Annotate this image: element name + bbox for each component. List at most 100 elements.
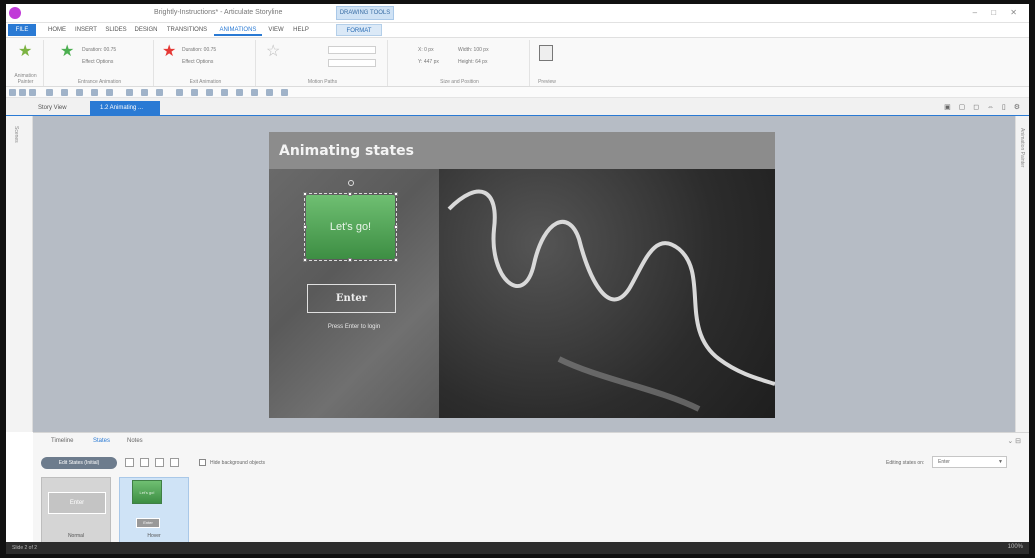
resize-handle[interactable] bbox=[303, 192, 307, 196]
group-label: Motion Paths bbox=[307, 79, 338, 85]
width-field[interactable]: Width: 100 px bbox=[458, 47, 489, 53]
ribbon-tab-bar: FILE HOME INSERT SLIDES DESIGN TRANSITIO… bbox=[6, 23, 1029, 37]
x-position[interactable]: X: 0 px bbox=[418, 47, 434, 53]
resize-handle[interactable] bbox=[303, 225, 307, 229]
group-motion-paths: ☆ Motion Paths bbox=[258, 40, 388, 86]
bold-icon[interactable] bbox=[176, 89, 183, 96]
zoom-level[interactable]: 100% bbox=[1008, 544, 1023, 550]
resize-handle[interactable] bbox=[348, 258, 352, 262]
group-entrance: ★ Duration: 00.75 Effect Options Entranc… bbox=[46, 40, 154, 86]
exit-duration: Duration: 00.75 bbox=[182, 47, 217, 53]
window-title: Brightly-Instructions* - Articulate Stor… bbox=[154, 9, 283, 16]
entrance-duration: Duration: 00.75 bbox=[82, 47, 117, 53]
slide-title[interactable]: Animating states bbox=[279, 143, 414, 159]
slide: Animating states Let's go! Enter Press E… bbox=[269, 132, 775, 418]
tab-view[interactable]: VIEW bbox=[265, 24, 287, 36]
font-color-icon[interactable] bbox=[221, 89, 228, 96]
tab-states[interactable]: States bbox=[93, 438, 110, 444]
slide-header: Animating states bbox=[269, 132, 775, 169]
align-right-icon[interactable] bbox=[281, 89, 288, 96]
tab-insert[interactable]: INSERT bbox=[72, 24, 100, 36]
align-icon[interactable] bbox=[126, 89, 133, 96]
new-state-icon[interactable] bbox=[125, 458, 134, 467]
redo-icon[interactable] bbox=[29, 89, 36, 96]
text-color-icon[interactable] bbox=[106, 89, 113, 96]
align-center-icon[interactable] bbox=[266, 89, 273, 96]
resize-handle[interactable] bbox=[394, 192, 398, 196]
tab-current-slide[interactable]: 1.2 Animating ... bbox=[90, 101, 160, 116]
rotate-handle[interactable] bbox=[348, 180, 354, 186]
brush-icon[interactable] bbox=[61, 89, 68, 96]
motion-duration-input[interactable] bbox=[328, 46, 376, 54]
tab-animations[interactable]: ANIMATIONS bbox=[214, 24, 262, 36]
resize-handle[interactable] bbox=[394, 258, 398, 262]
road-image bbox=[447, 189, 775, 412]
entrance-effect-options[interactable]: Effect Options bbox=[82, 59, 113, 65]
state-name-hover: Hover bbox=[147, 533, 161, 539]
tab-notes[interactable]: Notes bbox=[127, 438, 143, 444]
exit-effect-options[interactable]: Effect Options bbox=[182, 59, 213, 65]
underline-icon[interactable] bbox=[206, 89, 213, 96]
tab-slides[interactable]: SLIDES bbox=[102, 24, 130, 36]
hide-background-checkbox[interactable] bbox=[199, 459, 206, 466]
tab-file[interactable]: FILE bbox=[8, 24, 36, 36]
entrance-star-icon[interactable]: ★ bbox=[60, 44, 74, 60]
animation-painter-icon[interactable]: ★ bbox=[18, 44, 32, 60]
tab-home[interactable]: HOME bbox=[44, 24, 70, 36]
state-thumbnail-hover[interactable]: Let's go! Enter Hover bbox=[119, 477, 189, 543]
winding-road-photo[interactable] bbox=[439, 169, 775, 418]
exit-star-icon[interactable]: ★ bbox=[162, 44, 176, 60]
resize-handle[interactable] bbox=[394, 225, 398, 229]
motion-path-icon[interactable]: ☆ bbox=[266, 44, 280, 60]
tab-transitions[interactable]: TRANSITIONS bbox=[163, 24, 211, 36]
status-bar: Slide 2 of 2 100% bbox=[6, 542, 1029, 554]
ribbon: ★ Animation Painter ★ Duration: 00.75 Ef… bbox=[6, 37, 1029, 87]
preview-icon[interactable] bbox=[539, 45, 553, 61]
window-controls[interactable]: – □ ✕ bbox=[973, 8, 1023, 17]
grid-icon[interactable] bbox=[141, 89, 148, 96]
group-label: Animation Painter bbox=[14, 73, 37, 85]
lets-go-button[interactable]: Let's go! bbox=[304, 193, 397, 261]
group-label: Entrance Animation bbox=[77, 79, 122, 85]
group-label: Size and Position bbox=[440, 79, 479, 85]
tab-help[interactable]: HELP bbox=[290, 24, 312, 36]
edit-states-button[interactable]: Edit States (Initial) bbox=[41, 457, 117, 469]
tab-format[interactable]: FORMAT bbox=[336, 24, 382, 36]
undo-icon[interactable] bbox=[19, 89, 26, 96]
animation-painter-panel[interactable]: Animation Painter bbox=[1015, 116, 1029, 432]
shape-icon[interactable] bbox=[91, 89, 98, 96]
editing-states-select[interactable]: Enter ▼ bbox=[932, 456, 1007, 468]
format-icon[interactable] bbox=[46, 89, 53, 96]
italic-icon[interactable] bbox=[191, 89, 198, 96]
align-left-icon[interactable] bbox=[251, 89, 258, 96]
thumb-enter-label: Enter bbox=[48, 492, 106, 514]
y-position[interactable]: Y: 447 px bbox=[418, 59, 439, 65]
scenes-panel[interactable]: Scenes bbox=[6, 116, 33, 432]
tab-story-view[interactable]: Story View bbox=[28, 101, 80, 116]
animation-painter-label: Animation Painter bbox=[1019, 128, 1025, 168]
group-animation-painter: ★ Animation Painter bbox=[8, 40, 44, 86]
height-field[interactable]: Height: 64 px bbox=[458, 59, 487, 65]
state-thumbnail-normal[interactable]: Enter Normal bbox=[41, 477, 111, 543]
scenes-label: Scenes bbox=[13, 126, 19, 143]
settings-state-icon[interactable] bbox=[170, 458, 179, 467]
fill-icon[interactable] bbox=[76, 89, 83, 96]
tab-timeline[interactable]: Timeline bbox=[51, 438, 73, 444]
resize-handle[interactable] bbox=[303, 258, 307, 262]
save-icon[interactable] bbox=[9, 89, 16, 96]
app-window: Brightly-Instructions* - Articulate Stor… bbox=[6, 4, 1029, 554]
panel-collapse-icon[interactable]: ⌄ ⊟ bbox=[1007, 437, 1021, 445]
resize-handle[interactable] bbox=[348, 192, 352, 196]
tab-design[interactable]: DESIGN bbox=[132, 24, 160, 36]
motion-trigger-input[interactable] bbox=[328, 59, 376, 67]
duplicate-state-icon[interactable] bbox=[140, 458, 149, 467]
document-tab-bar: Story View 1.2 Animating ... ▣ ▢ ◻ ⇔ ▯ ⚙ bbox=[6, 98, 1029, 116]
view-mode-icons[interactable]: ▣ ▢ ◻ ⇔ ▯ ⚙ bbox=[944, 103, 1023, 111]
editing-states-label: Editing states on: bbox=[886, 460, 925, 466]
thumb-green-button: Let's go! bbox=[132, 480, 162, 504]
font-size-icon[interactable] bbox=[236, 89, 243, 96]
distribute-icon[interactable] bbox=[156, 89, 163, 96]
delete-state-icon[interactable] bbox=[155, 458, 164, 467]
enter-button[interactable]: Enter bbox=[307, 284, 396, 313]
slide-canvas: Animating states Let's go! Enter Press E… bbox=[33, 116, 1015, 432]
